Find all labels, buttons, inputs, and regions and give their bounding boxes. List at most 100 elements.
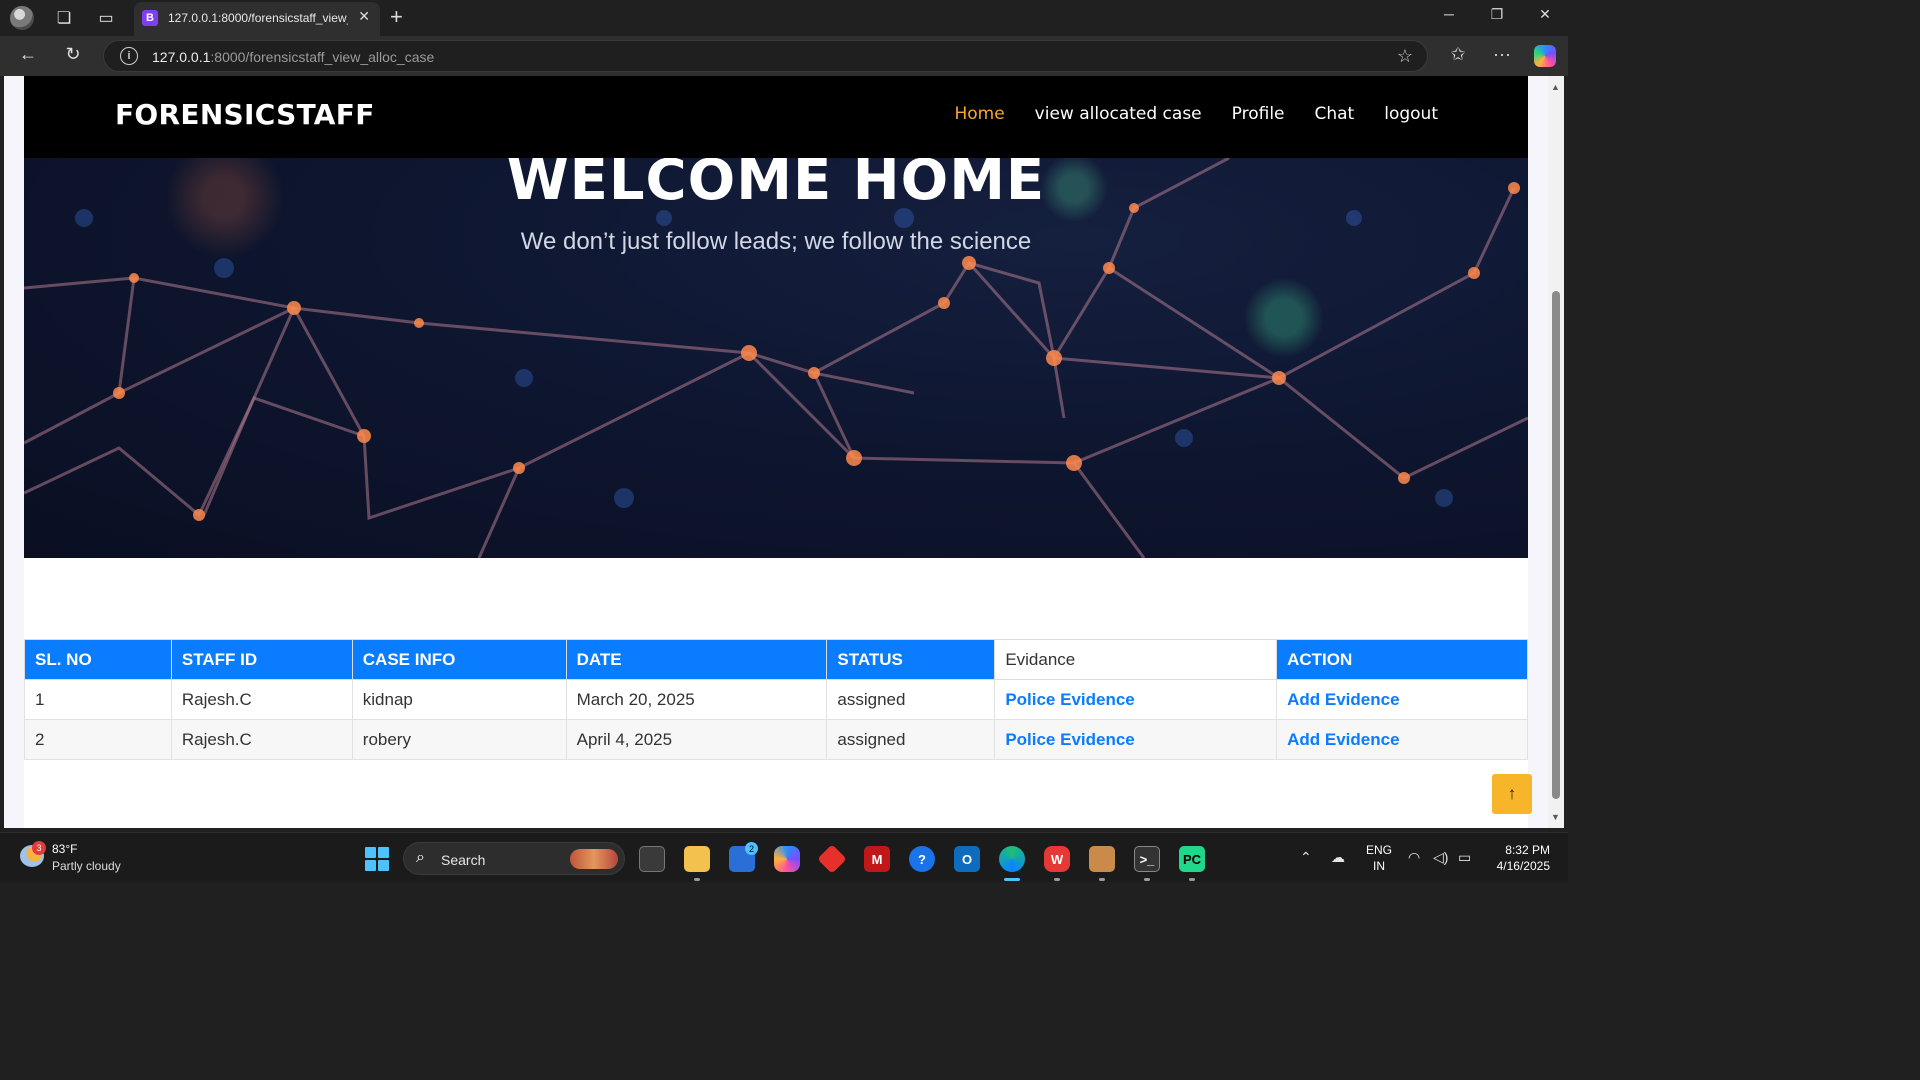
col-header-staff-id: STAFF ID [170, 639, 353, 680]
scroll-down-arrow-icon[interactable]: ▼ [1551, 812, 1560, 822]
wifi-icon[interactable]: ◠ [1408, 849, 1420, 866]
taskbar-search-box[interactable]: ⌕ Search [403, 842, 625, 875]
clock-date: 4/16/2025 [1496, 859, 1550, 873]
browser-tab-active[interactable]: B 127.0.0.1:8000/forensicstaff_view_allo… [134, 2, 380, 36]
battery-icon[interactable]: ▭ [1458, 849, 1471, 866]
active-app-indicator [1004, 878, 1020, 881]
running-indicator [694, 878, 700, 881]
new-tab-icon[interactable]: + [390, 4, 403, 30]
col-header-status: STATUS [826, 639, 996, 680]
running-indicator [1099, 878, 1105, 881]
site-info-icon[interactable]: i [120, 47, 138, 65]
cell-staff-id: Rajesh.C [170, 719, 353, 760]
clock-time: 8:32 PM [1505, 843, 1550, 857]
address-bar[interactable]: i 127.0.0.1:8000/forensicstaff_view_allo… [103, 40, 1428, 72]
col-header-action: ACTION [1276, 639, 1528, 680]
back-arrow-icon[interactable]: ← [16, 44, 40, 65]
add-evidence-link[interactable]: Add Evidence [1287, 690, 1399, 709]
running-indicator [1054, 878, 1060, 881]
cell-staff-id: Rajesh.C [170, 679, 353, 720]
workspaces-icon[interactable]: ❏ [52, 6, 76, 30]
search-icon: ⌕ [416, 849, 425, 866]
page-scrollbar[interactable]: ▲ ▼ [1548, 76, 1564, 828]
restore-icon[interactable]: ❐ [1482, 6, 1512, 23]
windows-start-icon[interactable] [365, 847, 389, 871]
police-evidence-link[interactable]: Police Evidence [1005, 730, 1134, 749]
cell-action: Add Evidence [1276, 719, 1528, 760]
favorite-star-icon[interactable]: ☆ [1397, 46, 1413, 67]
nav-home[interactable]: Home [954, 104, 1004, 124]
nav-logout[interactable]: logout [1384, 104, 1438, 124]
edge-icon[interactable] [999, 846, 1025, 872]
police-evidence-link[interactable]: Police Evidence [1005, 690, 1134, 709]
reload-icon[interactable]: ↻ [61, 44, 85, 65]
wps-office-icon[interactable]: W [1044, 846, 1070, 872]
red-diamond-app-icon[interactable] [817, 844, 847, 874]
cell-action: Add Evidence [1276, 679, 1528, 720]
cell-sl-no: 1 [24, 679, 172, 720]
outlook-icon[interactable]: O [954, 846, 980, 872]
col-header-date: DATE [565, 639, 828, 680]
mcafee-icon[interactable]: M [864, 846, 890, 872]
add-evidence-link[interactable]: Add Evidence [1287, 730, 1399, 749]
favorites-icon[interactable]: ✩ [1445, 44, 1471, 65]
scrollbar-thumb[interactable] [1552, 291, 1560, 799]
nav-profile[interactable]: Profile [1232, 104, 1285, 124]
pycharm-icon[interactable]: PC [1179, 846, 1205, 872]
system-clock[interactable]: 8:32 PM 4/16/2025 [1488, 842, 1550, 874]
weather-description[interactable]: Partly cloudy [52, 859, 121, 873]
main-nav: Home view allocated case Profile Chat lo… [954, 104, 1438, 124]
running-indicator [1144, 878, 1150, 881]
site-logo[interactable]: FORENSICSTAFF [115, 98, 375, 131]
terminal-icon[interactable]: >_ [1134, 846, 1160, 872]
cell-status: assigned [826, 719, 996, 760]
profile-avatar-icon[interactable] [10, 6, 34, 30]
running-indicator [1189, 878, 1195, 881]
network-alert-icon[interactable]: ☁ [1331, 849, 1345, 866]
region-code: IN [1373, 859, 1385, 873]
language-code: ENG [1366, 843, 1393, 857]
hero-title: WELCOME HOME [506, 158, 1046, 213]
url-host: 127.0.0.1 [152, 49, 211, 65]
volume-icon[interactable]: ◁) [1433, 849, 1448, 866]
copilot-icon[interactable] [1534, 45, 1556, 67]
col-header-case-info: CASE INFO [351, 639, 567, 680]
col-header-sl-no: SL. NO [24, 639, 172, 680]
tab-actions-icon[interactable]: ▭ [94, 6, 118, 30]
url-path: :8000/forensicstaff_view_alloc_case [210, 49, 435, 65]
windows-taskbar: 3 83°F Partly cloudy ⌕ Search 2 M ? O W … [0, 832, 1568, 882]
language-indicator[interactable]: ENG IN [1366, 842, 1392, 874]
weather-temperature[interactable]: 83°F [52, 842, 77, 856]
package-app-icon[interactable] [1089, 846, 1115, 872]
tab-favicon-icon: B [142, 10, 158, 26]
file-explorer-icon[interactable] [684, 846, 710, 872]
search-highlight-image [570, 849, 618, 869]
nav-view-allocated-case[interactable]: view allocated case [1035, 104, 1202, 124]
table-header-row: SL. NO STAFF ID CASE INFO DATE STATUS Ev… [24, 639, 1528, 680]
back-to-top-button[interactable]: ↑ [1492, 774, 1532, 814]
minimize-icon[interactable]: ─ [1434, 6, 1464, 22]
hero-subtitle: We don’t just follow leads; we follow th… [520, 228, 1032, 255]
cell-date: March 20, 2025 [565, 679, 828, 720]
nav-chat[interactable]: Chat [1315, 104, 1355, 124]
scroll-up-arrow-icon[interactable]: ▲ [1551, 82, 1560, 92]
copilot-app-icon[interactable] [774, 846, 800, 872]
cell-case-info: kidnap [351, 679, 567, 720]
network-background-graphic [24, 158, 1528, 558]
close-window-icon[interactable]: ✕ [1530, 6, 1560, 23]
tab-title: 127.0.0.1:8000/forensicstaff_view_alloc_… [168, 11, 348, 25]
arrow-up-icon: ↑ [1507, 784, 1517, 803]
browser-titlebar: ❏ ▭ B 127.0.0.1:8000/forensicstaff_view_… [0, 0, 1568, 36]
more-options-icon[interactable]: ··· [1489, 44, 1515, 65]
url-text[interactable]: 127.0.0.1:8000/forensicstaff_view_alloc_… [152, 49, 434, 65]
col-header-evidence: Evidance [994, 639, 1278, 680]
search-label: Search [441, 852, 486, 868]
show-hidden-icons-chevron-icon[interactable]: ⌃ [1300, 849, 1312, 866]
store-badge: 2 [745, 842, 758, 855]
page-viewport: FORENSICSTAFF Home view allocated case P… [4, 76, 1548, 828]
site-header: FORENSICSTAFF Home view allocated case P… [24, 76, 1528, 158]
tab-close-icon[interactable]: ✕ [358, 8, 370, 25]
help-icon[interactable]: ? [909, 846, 935, 872]
task-view-icon[interactable] [639, 846, 665, 872]
table-row: 1 Rajesh.C kidnap March 20, 2025 assigne… [24, 679, 1528, 720]
